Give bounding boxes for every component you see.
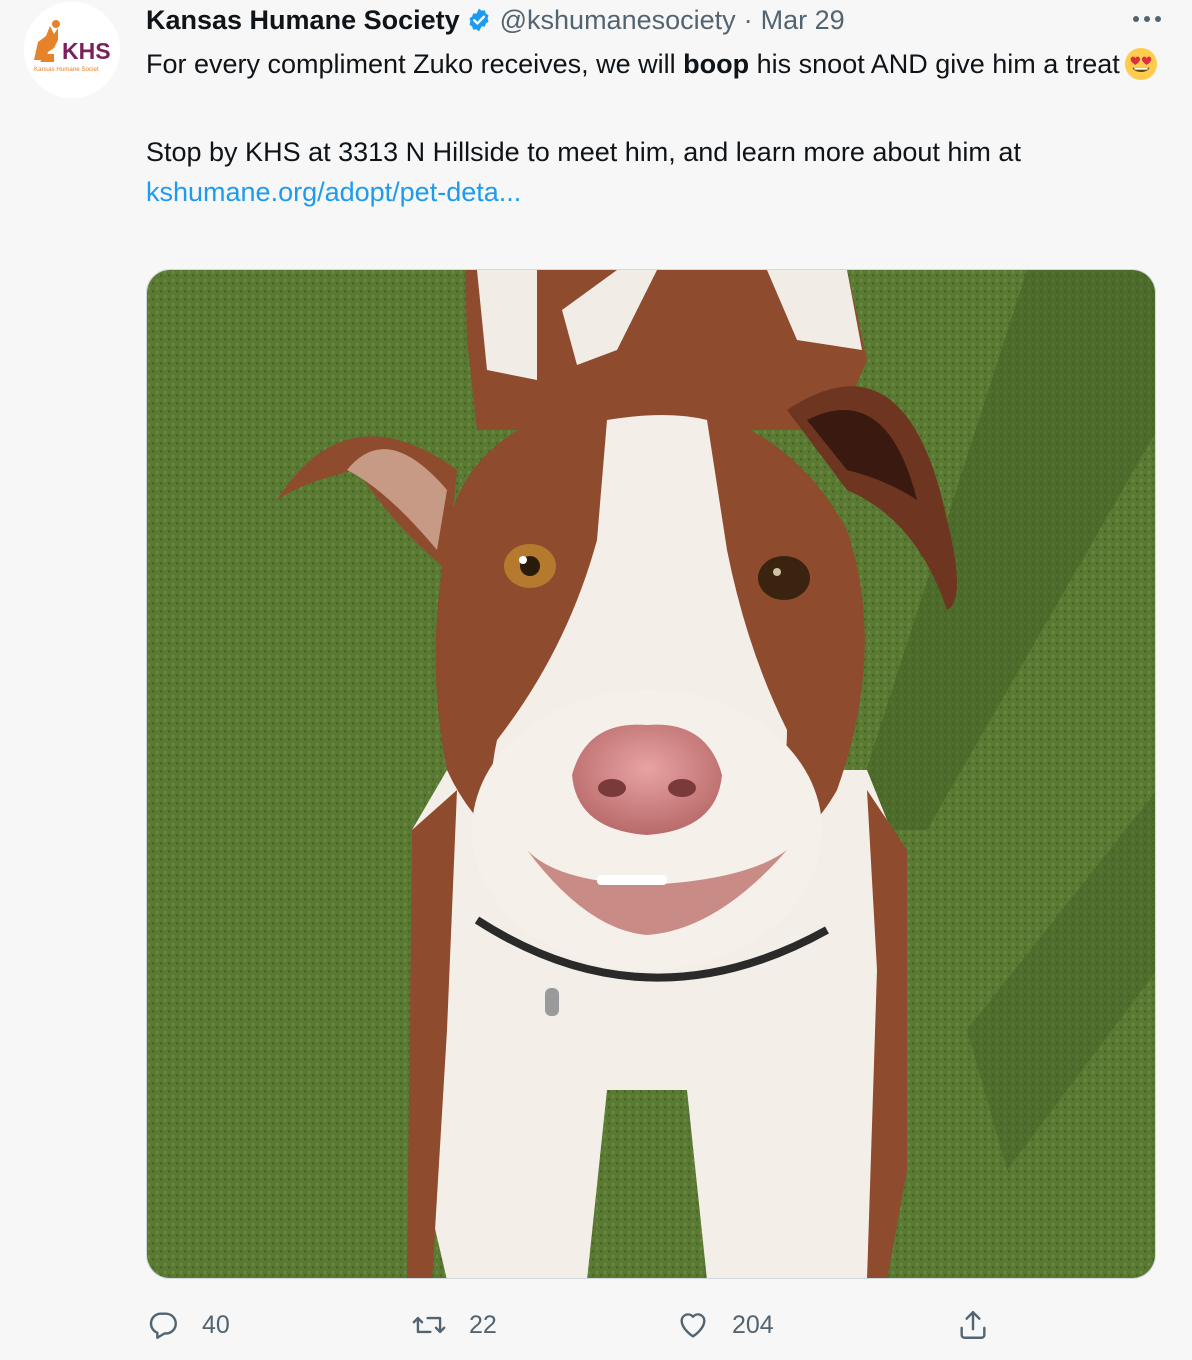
text-segment: For every compliment Zuko receives, we w… [146,49,684,79]
retweet-icon [412,1316,446,1334]
share-icon [960,1311,986,1339]
verified-badge-icon [466,7,492,33]
heart-icon [680,1313,706,1338]
heart-eyes-emoji-icon [1124,47,1158,92]
avatar[interactable]: KHS Kansas Humane Societ [24,2,120,98]
tweet-text-paragraph-2: Stop by KHS at 3313 N Hillside to meet h… [146,132,1166,212]
retweet-button[interactable]: 22 [411,1300,497,1350]
like-count: 204 [732,1310,774,1339]
tweet-link[interactable]: kshumane.org/adopt/pet-deta... [146,177,521,207]
tweet-header: Kansas Humane Society @kshumanesociety ·… [146,2,1162,38]
more-horizontal-icon[interactable] [1130,6,1164,32]
dog-photo-illustration [147,270,1155,1278]
separator-dot: · [743,4,753,35]
author-handle[interactable]: @kshumanesociety [500,5,736,36]
reply-count: 40 [202,1310,230,1339]
share-button[interactable] [956,1300,990,1350]
svg-text:Kansas Humane Societ: Kansas Humane Societ [34,66,99,73]
tweet-text-paragraph-1: For every compliment Zuko receives, we w… [146,44,1166,92]
khs-logo-icon: KHS Kansas Humane Societ [24,2,120,98]
retweet-count: 22 [469,1310,497,1339]
tweet-action-bar: 40 22 204 [146,1300,1006,1350]
tweet-text: For every compliment Zuko receives, we w… [146,44,1166,212]
reply-icon [149,1312,177,1339]
like-button[interactable]: 204 [676,1300,774,1350]
tweet-date[interactable]: Mar 29 [761,5,845,36]
author-name[interactable]: Kansas Humane Society [146,5,460,36]
tweet-photo[interactable] [146,269,1156,1279]
text-segment: Stop by KHS at 3313 N Hillside to meet h… [146,137,1021,167]
reply-button[interactable]: 40 [146,1300,230,1350]
svg-text:KHS: KHS [62,38,111,64]
text-segment: his snoot AND give him a treat [749,49,1120,79]
bold-word: boop [683,49,750,79]
